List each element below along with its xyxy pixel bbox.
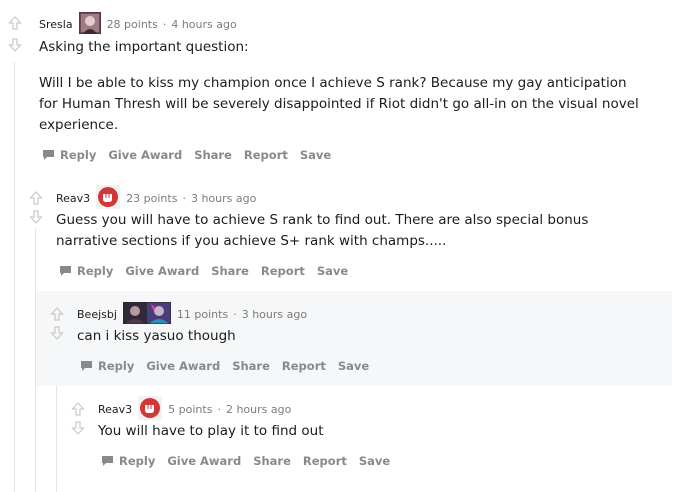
thread-line[interactable] <box>56 386 57 492</box>
comment-body: You will have to play it to find out <box>98 421 638 442</box>
timestamp[interactable]: 3 hours ago <box>242 308 307 321</box>
downvote-arrow-icon <box>71 421 85 435</box>
timestamp[interactable]: 3 hours ago <box>191 192 256 205</box>
comment-actions: Reply Give Award Share Report Save <box>101 454 402 468</box>
upvote-button[interactable] <box>71 402 85 416</box>
points: 23 points <box>126 191 178 205</box>
downvote-arrow-icon <box>29 210 43 224</box>
comment-paragraph: Asking the important question: <box>39 39 249 55</box>
comment-paragraph: can i kiss yasuo though <box>77 328 236 344</box>
reply-label: Reply <box>60 148 97 162</box>
separator-dot: · <box>162 17 167 31</box>
comment-meta: Reav3 5 points · 2 hours ago <box>98 395 291 423</box>
comment-paragraph: You will have to play it to find out <box>98 423 324 439</box>
separator-dot: · <box>217 402 221 416</box>
save-button[interactable]: Save <box>359 454 390 468</box>
report-button[interactable]: Report <box>261 264 305 278</box>
reply-label: Reply <box>77 264 114 278</box>
save-button[interactable]: Save <box>338 359 369 373</box>
author-link[interactable]: Sresla <box>39 18 73 31</box>
reply-button[interactable]: Reply <box>42 148 96 162</box>
riot-fist-icon <box>138 395 163 423</box>
timestamp[interactable]: 2 hours ago <box>226 403 291 416</box>
give-award-button[interactable]: Give Award <box>108 148 182 162</box>
save-button[interactable]: Save <box>317 264 348 278</box>
author-link[interactable]: Reav3 <box>56 192 90 205</box>
reply-label: Reply <box>119 454 156 468</box>
downvote-arrow-icon <box>8 38 22 52</box>
reply-button[interactable]: Reply <box>59 264 113 278</box>
comment-bubble-icon <box>102 456 113 466</box>
give-award-button[interactable]: Give Award <box>167 454 241 468</box>
separator-dot: · <box>182 191 186 205</box>
reply-label: Reply <box>98 359 135 373</box>
comment-actions: Reply Give Award Share Report Save <box>59 264 360 278</box>
share-button[interactable]: Share <box>211 264 249 278</box>
upvote-arrow-icon <box>8 16 22 30</box>
upvote-arrow-icon <box>29 191 43 205</box>
upvote-button[interactable] <box>29 191 43 205</box>
comment-body: can i kiss yasuo though <box>77 326 637 347</box>
upvote-button[interactable] <box>50 307 64 321</box>
comment-body: Asking the important question: Will I be… <box>39 37 639 136</box>
comment-paragraph: Guess you will have to achieve S rank to… <box>56 212 589 249</box>
separator-dot: · <box>233 307 237 321</box>
report-button[interactable]: Report <box>282 359 326 373</box>
upvote-arrow-icon <box>50 307 64 321</box>
share-button[interactable]: Share <box>194 148 232 162</box>
comment-meta: Beejsbj 11 points · 3 hours ago <box>77 301 307 327</box>
points: 5 points <box>168 402 213 416</box>
comment-actions: Reply Give Award Share Report Save <box>80 359 381 373</box>
downvote-button[interactable] <box>71 421 85 435</box>
comment-body: Guess you will have to achieve S rank to… <box>56 210 646 252</box>
comment-actions: Reply Give Award Share Report Save <box>42 148 343 162</box>
comment-bubble-icon <box>60 266 71 276</box>
reply-button[interactable]: Reply <box>101 454 155 468</box>
upvote-arrow-icon <box>71 402 85 416</box>
comment-paragraph: Will I be able to kiss my champion once … <box>39 75 639 133</box>
upvote-button[interactable] <box>8 16 22 30</box>
author-link[interactable]: Reav3 <box>98 403 132 416</box>
report-button[interactable]: Report <box>244 148 288 162</box>
downvote-arrow-icon <box>50 326 64 340</box>
report-button[interactable]: Report <box>303 454 347 468</box>
author-link[interactable]: Beejsbj <box>77 308 117 321</box>
share-button[interactable]: Share <box>232 359 270 373</box>
points: 11 points <box>176 307 229 321</box>
riot-fist-icon <box>96 184 121 212</box>
give-award-button[interactable]: Give Award <box>125 264 199 278</box>
save-button[interactable]: Save <box>300 148 331 162</box>
timestamp[interactable]: 4 hours ago <box>171 18 236 31</box>
downvote-button[interactable] <box>50 326 64 340</box>
champion-portrait-icon <box>78 11 102 37</box>
downvote-button[interactable] <box>8 38 22 52</box>
comment-bubble-icon <box>81 361 92 371</box>
downvote-button[interactable] <box>29 210 43 224</box>
champion-portraits-icon <box>122 301 172 327</box>
comment-bubble-icon <box>43 150 54 160</box>
comment-meta: Reav3 23 points · 3 hours ago <box>56 184 256 212</box>
share-button[interactable]: Share <box>253 454 291 468</box>
give-award-button[interactable]: Give Award <box>146 359 220 373</box>
reply-button[interactable]: Reply <box>80 359 134 373</box>
comment-meta: Sresla 28 points · 4 hours ago <box>39 11 237 37</box>
points: 28 points <box>106 17 158 31</box>
thread-line[interactable] <box>14 62 15 492</box>
